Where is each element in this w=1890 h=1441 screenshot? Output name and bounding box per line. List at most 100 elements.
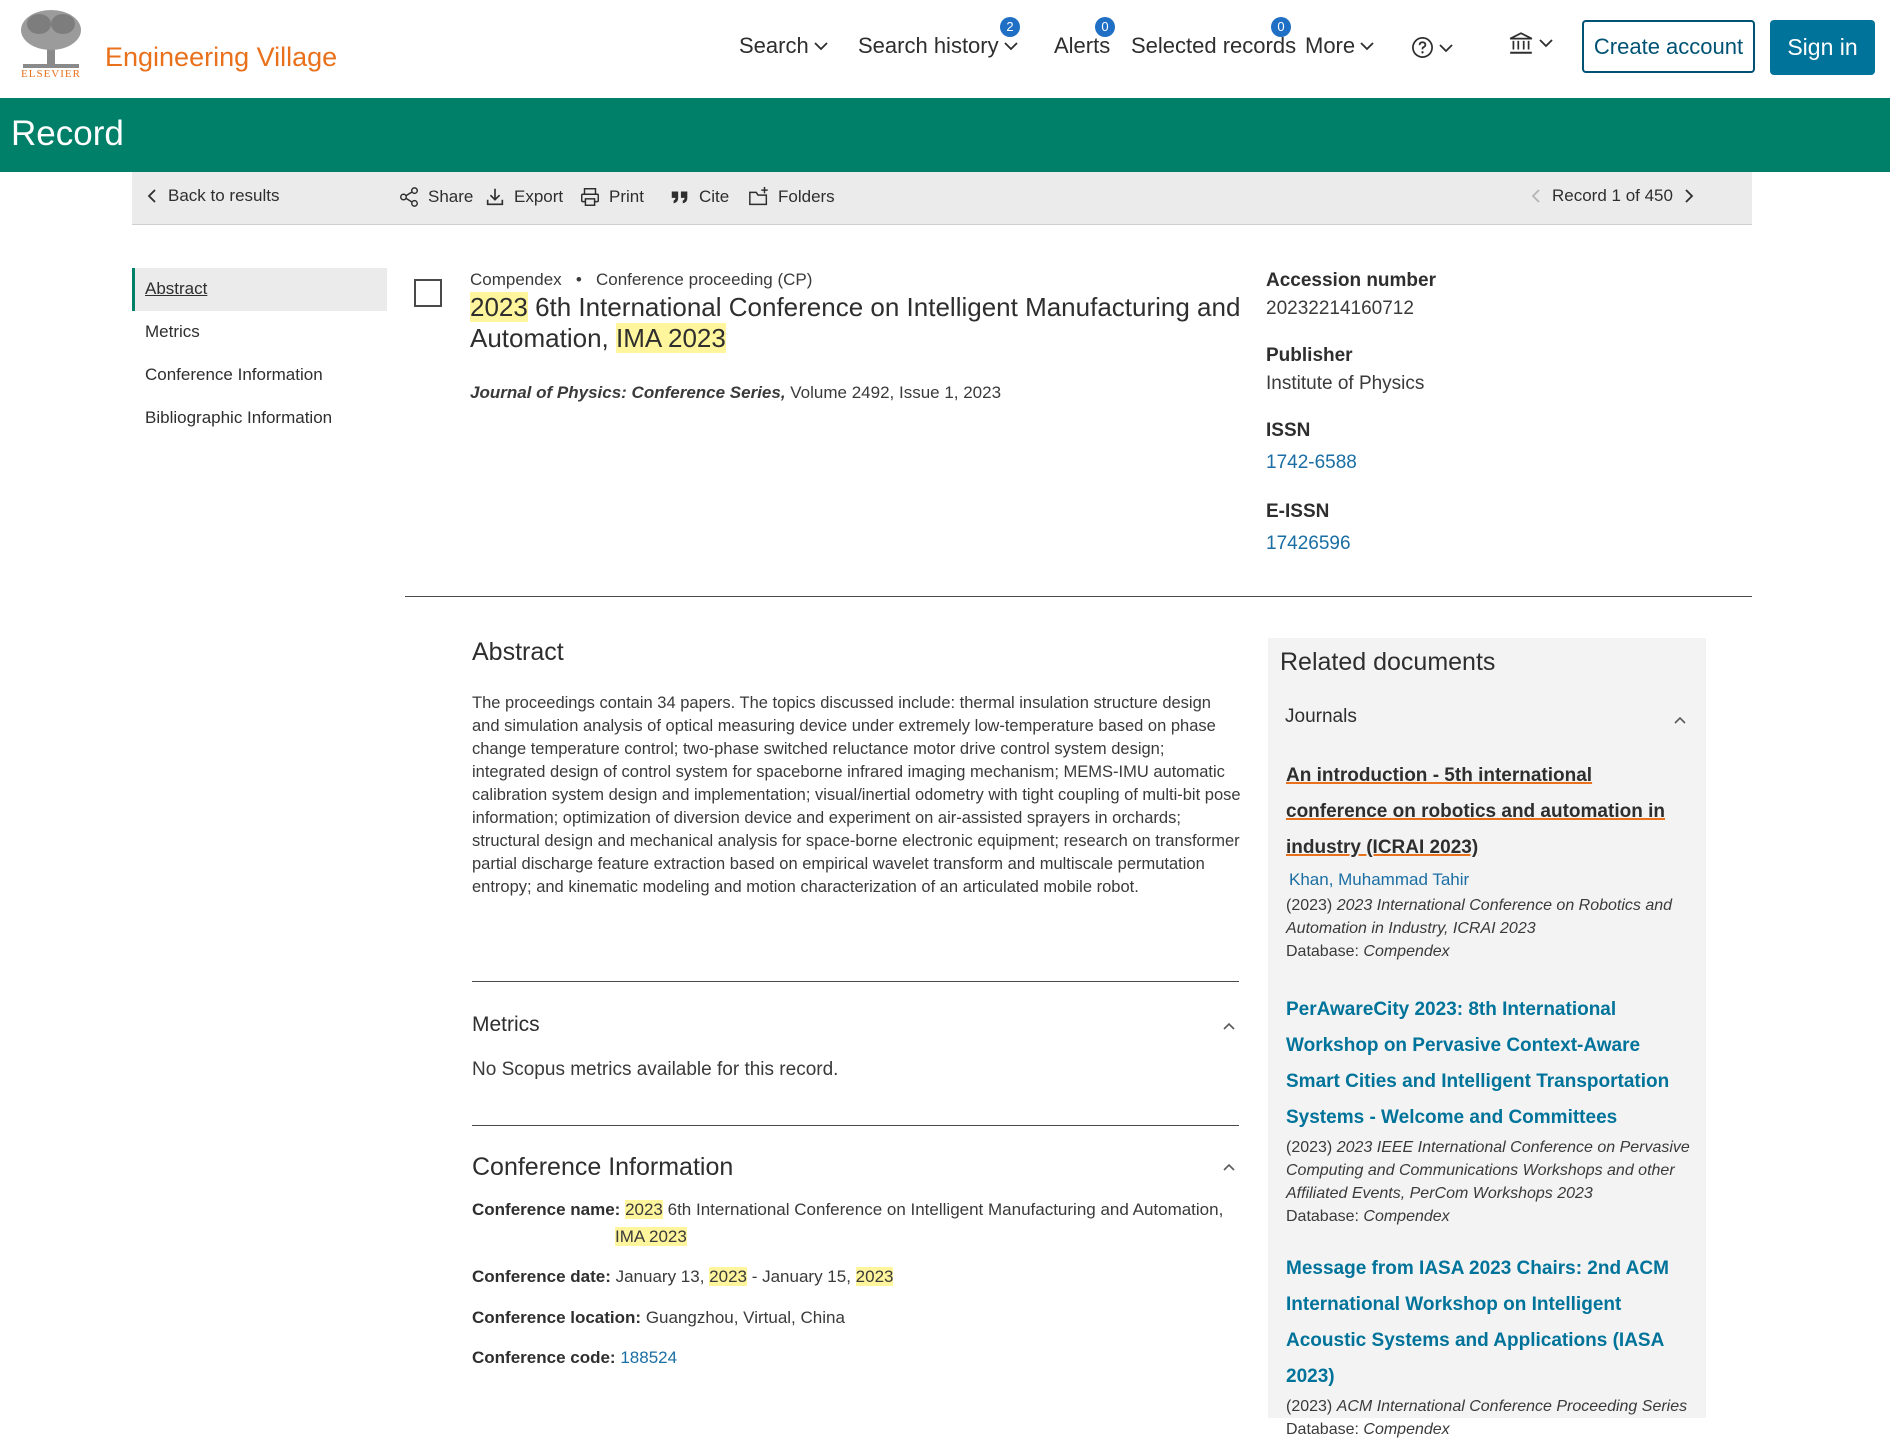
print-button[interactable]: Print <box>579 186 644 208</box>
eissn-block: E-ISSN 17426596 <box>1266 501 1566 555</box>
quote-icon <box>671 191 688 204</box>
document-type: Conference proceeding (CP) <box>596 270 813 289</box>
eissn-link[interactable]: 17426596 <box>1266 533 1566 555</box>
abstract-heading: Abstract <box>472 638 564 666</box>
bullet-separator: • <box>566 270 592 289</box>
eissn-label: E-ISSN <box>1266 501 1330 522</box>
title-highlight-acronym: IMA 2023 <box>615 323 726 353</box>
share-label: Share <box>428 187 474 206</box>
nav-search-history[interactable]: Search history <box>858 33 1019 59</box>
nav-institution[interactable] <box>1508 30 1554 56</box>
conference-code-label: Conference code: <box>472 1348 616 1367</box>
cite-label: Cite <box>699 187 730 206</box>
printer-icon <box>581 188 599 206</box>
conference-name-highlight-year: 2023 <box>625 1200 663 1219</box>
nav-search-label: Search <box>739 33 809 58</box>
related-document-title-link[interactable]: An introduction - 5th international conf… <box>1286 758 1691 866</box>
share-icon <box>400 187 418 207</box>
conference-code-link[interactable]: 188524 <box>620 1348 677 1367</box>
chevron-left-icon <box>147 189 156 203</box>
related-document-database-name: Compendex <box>1363 943 1450 960</box>
folders-button[interactable]: Folders <box>748 186 835 208</box>
title-text: 6th International Conference on Intellig… <box>470 292 1241 353</box>
metrics-empty-message: No Scopus metrics available for this rec… <box>472 1059 839 1080</box>
record-toolbar: Back to results Share Export Print Cite … <box>132 172 1752 225</box>
nav-alerts[interactable]: Alerts <box>1054 33 1110 59</box>
related-document-database-label: Database: <box>1286 1421 1364 1438</box>
section-nav-bibliographic-information[interactable]: Bibliographic Information <box>132 397 387 440</box>
nav-selected-records-label: Selected records <box>1131 33 1297 58</box>
related-document-citation: (2023) 2023 International Conference on … <box>1286 894 1691 940</box>
nav-selected-records[interactable]: Selected records <box>1131 33 1296 59</box>
conference-name-row: Conference name: 2023 6th International … <box>472 1200 1223 1220</box>
related-document-year: (2023) <box>1286 1398 1337 1415</box>
share-button[interactable]: Share <box>398 186 473 208</box>
select-record-checkbox[interactable] <box>414 279 442 307</box>
previous-record-icon[interactable] <box>1528 188 1544 204</box>
database-name: Compendex <box>470 270 562 289</box>
institution-building-icon <box>1509 32 1533 54</box>
conference-date-row: Conference date: January 13, 2023 - Janu… <box>472 1267 894 1287</box>
conference-date-end: - January 15, <box>746 1267 856 1286</box>
nav-search[interactable]: Search <box>739 33 829 59</box>
nav-search-history-label: Search history <box>858 33 999 58</box>
record-counter: Record 1 of 450 <box>1552 186 1673 205</box>
chevron-down-icon <box>1539 39 1553 48</box>
related-document-source: 2023 IEEE International Conference on Pe… <box>1286 1139 1690 1202</box>
section-nav-conference-information[interactable]: Conference Information <box>132 354 387 397</box>
accession-number-value: 20232214160712 <box>1266 298 1414 319</box>
related-document-item: PerAwareCity 2023: 8th International Wor… <box>1286 992 1691 1228</box>
chevron-down-icon <box>1360 42 1374 51</box>
record-source-line: Compendex • Conference proceeding (CP) <box>470 270 812 290</box>
sign-in-button[interactable]: Sign in <box>1770 20 1875 75</box>
conference-name-row-continued: IMA 2023 <box>615 1227 687 1247</box>
search-history-count-badge: 2 <box>1000 17 1020 37</box>
publisher-value: Institute of Physics <box>1266 373 1425 394</box>
elsevier-tree-logo-icon[interactable] <box>17 8 85 70</box>
related-document-title-link[interactable]: PerAwareCity 2023: 8th International Wor… <box>1286 992 1691 1136</box>
related-document-database: Database: Compendex <box>1286 1418 1691 1441</box>
nav-more-label: More <box>1305 33 1356 58</box>
accession-number-block: Accession number 20232214160712 <box>1266 270 1566 320</box>
related-document-year: (2023) <box>1286 897 1337 914</box>
selected-records-count-badge: 0 <box>1271 17 1291 37</box>
next-record-icon[interactable] <box>1681 188 1697 204</box>
cite-button[interactable]: Cite <box>669 186 729 208</box>
publisher-block: Publisher Institute of Physics <box>1266 345 1566 395</box>
engineering-village-brand[interactable]: Engineering Village <box>105 42 337 73</box>
nav-alerts-label: Alerts <box>1054 33 1111 58</box>
conference-date-end-year: 2023 <box>855 1267 894 1286</box>
related-document-item: Message from IASA 2023 Chairs: 2nd ACM I… <box>1286 1251 1691 1441</box>
conference-location-row: Conference location: Guangzhou, Virtual,… <box>472 1308 845 1328</box>
alerts-count-badge: 0 <box>1095 17 1115 37</box>
collapse-journals-chevron-up-icon[interactable] <box>1672 712 1688 728</box>
nav-more[interactable]: More <box>1305 33 1375 59</box>
issn-link[interactable]: 1742-6588 <box>1266 452 1566 474</box>
section-nav-abstract[interactable]: Abstract <box>132 268 387 311</box>
nav-help[interactable] <box>1411 36 1454 59</box>
journal-volume-issue: Volume 2492, Issue 1, 2023 <box>785 383 1002 402</box>
related-document-item: An introduction - 5th international conf… <box>1286 758 1691 963</box>
related-document-author-link[interactable]: Khan, Muhammad Tahir <box>1289 870 1691 890</box>
issn-block: ISSN 1742-6588 <box>1266 420 1566 474</box>
elsevier-wordmark: ELSEVIER <box>21 68 81 80</box>
create-account-button[interactable]: Create account <box>1582 20 1755 73</box>
section-nav-metrics[interactable]: Metrics <box>132 311 387 354</box>
header-divider <box>405 596 1752 597</box>
chevron-down-icon <box>814 42 828 51</box>
collapse-conference-chevron-up-icon[interactable] <box>1221 1159 1237 1175</box>
chevron-down-icon <box>1439 43 1453 52</box>
back-to-results-button[interactable]: Back to results <box>144 186 280 206</box>
related-journals-subheading[interactable]: Journals <box>1285 706 1357 728</box>
related-document-title-link[interactable]: Message from IASA 2023 Chairs: 2nd ACM I… <box>1286 1251 1691 1395</box>
related-document-citation: (2023) 2023 IEEE International Conferenc… <box>1286 1136 1691 1205</box>
journal-line: Journal of Physics: Conference Series, V… <box>470 383 1001 403</box>
related-document-year: (2023) <box>1286 1139 1337 1156</box>
related-document-database: Database: Compendex <box>1286 1205 1691 1228</box>
export-button[interactable]: Export <box>484 186 563 208</box>
journal-name: Journal of Physics: Conference Series, <box>470 383 786 402</box>
help-question-icon <box>1412 37 1433 58</box>
section-divider <box>472 981 1239 982</box>
conference-name-highlight-acronym: IMA 2023 <box>615 1227 687 1246</box>
collapse-metrics-chevron-up-icon[interactable] <box>1221 1018 1237 1034</box>
